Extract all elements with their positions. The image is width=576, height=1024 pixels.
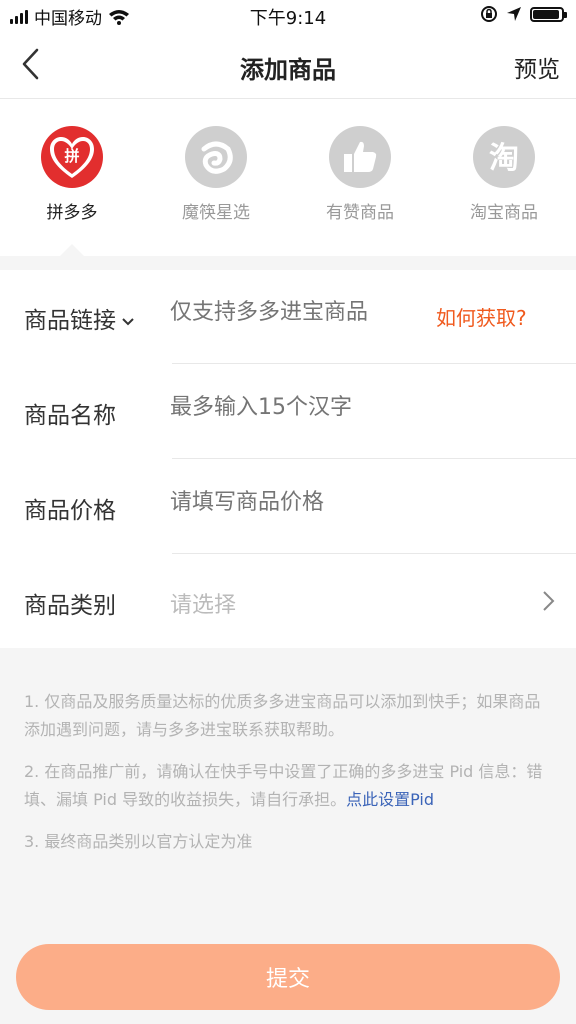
platform-pinduoduo[interactable]: 拼 拼多多	[2, 126, 142, 223]
nav-bar: 添加商品 预览	[0, 32, 576, 99]
submit-button[interactable]: 提交	[16, 944, 560, 1010]
product-form: 商品链接 如何获取? 商品名称 商品价格 商品类别 请选择	[0, 270, 576, 648]
page-title: 添加商品	[240, 56, 336, 84]
category-label: 商品类别	[24, 593, 116, 619]
platform-mokuai[interactable]: 魔筷星选	[146, 126, 286, 223]
name-row: 商品名称	[0, 365, 576, 459]
divider	[172, 553, 576, 554]
platform-label-youzan: 有赞商品	[326, 203, 394, 223]
note-2: 2. 在商品推广前，请确认在快手号中设置了正确的多多进宝 Pid 信息：错填、漏…	[24, 758, 556, 814]
notes-section: 1. 仅商品及服务质量达标的优质多多进宝商品可以添加到快手；如果商品添加遇到问题…	[24, 688, 556, 870]
platform-taobao[interactable]: 淘 淘宝商品	[434, 126, 574, 223]
platform-youzan[interactable]: 有赞商品	[290, 126, 430, 223]
pinduoduo-logo-glyph: 拼	[64, 147, 79, 165]
price-row: 商品价格	[0, 460, 576, 554]
category-select[interactable]: 请选择	[170, 587, 420, 619]
category-row[interactable]: 商品类别 请选择	[0, 555, 576, 649]
platform-label-taobao: 淘宝商品	[470, 203, 538, 223]
chevron-right-icon	[543, 591, 555, 611]
taobao-logo-icon: 淘	[473, 126, 535, 188]
platform-selector: 拼 拼多多 魔筷星选 有赞商品 淘 淘宝商品	[0, 99, 576, 256]
mokuai-logo-icon	[185, 126, 247, 188]
status-right	[480, 5, 567, 23]
divider	[172, 458, 576, 459]
taobao-logo-glyph: 淘	[489, 141, 519, 176]
price-label: 商品价格	[24, 498, 116, 524]
note-3: 3. 最终商品类别以官方认定为准	[24, 832, 253, 851]
name-label: 商品名称	[24, 403, 116, 429]
platform-label-mokuai: 魔筷星选	[182, 203, 250, 223]
note-2-text: 2. 在商品推广前，请确认在快手号中设置了正确的多多进宝 Pid 信息：错填、漏…	[24, 762, 543, 809]
rotation-lock-icon	[481, 6, 497, 22]
status-bar: 中国移动 下午9:14	[0, 0, 576, 32]
link-input[interactable]	[170, 300, 420, 325]
price-input[interactable]	[170, 490, 550, 515]
platform-label-pinduoduo: 拼多多	[46, 203, 98, 223]
howto-link[interactable]: 如何获取?	[436, 302, 527, 331]
link-row: 商品链接 如何获取?	[0, 270, 576, 364]
divider	[172, 363, 576, 364]
preview-button[interactable]: 预览	[514, 50, 560, 84]
pinduoduo-logo-icon: 拼	[41, 126, 103, 188]
battery-icon	[530, 6, 567, 22]
note-1: 1. 仅商品及服务质量达标的优质多多进宝商品可以添加到快手；如果商品添加遇到问题…	[24, 692, 541, 739]
thumbs-up-icon	[329, 126, 391, 188]
set-pid-link[interactable]: 点此设置Pid	[346, 790, 434, 809]
name-input[interactable]	[170, 395, 550, 420]
selected-platform-indicator	[60, 244, 84, 256]
link-label-text: 商品链接	[24, 308, 116, 334]
chevron-down-icon	[122, 317, 134, 325]
link-label[interactable]: 商品链接	[24, 301, 135, 335]
location-icon	[507, 7, 521, 21]
